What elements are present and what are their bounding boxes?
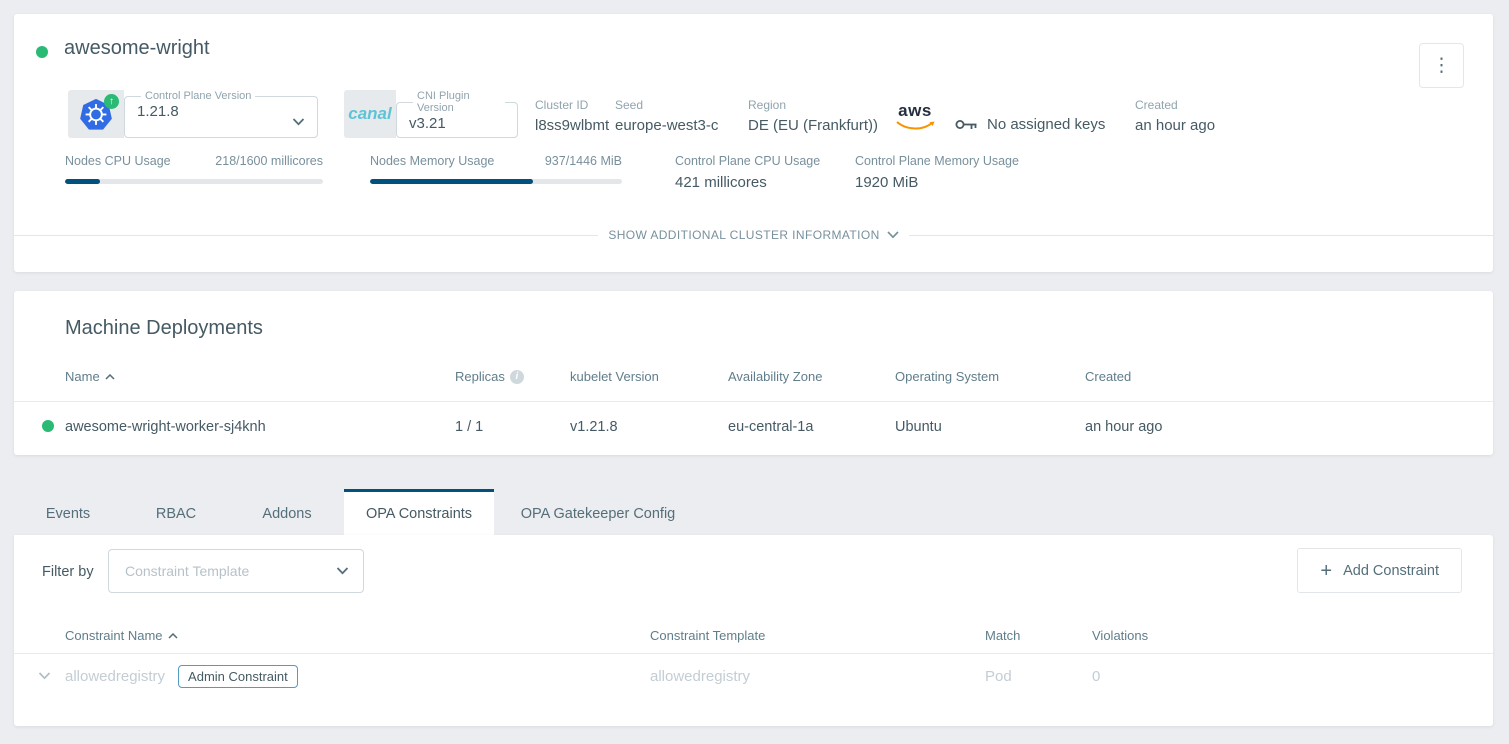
version-row: ↑ Control Plane Version 1.21.8 canal CNI…: [68, 90, 518, 138]
nodes-cpu-usage-bar: [65, 179, 323, 184]
control-plane-memory-usage: Control Plane Memory Usage 1920 MiB: [855, 154, 1019, 191]
deployment-availability-zone: eu-central-1a: [728, 419, 813, 435]
constraint-match: Pod: [985, 668, 1012, 685]
cp-memory-usage-value: 1920 MiB: [855, 174, 1019, 191]
chevron-down-icon: [336, 567, 349, 575]
constraint-template: allowedregistry: [650, 668, 750, 685]
column-header-replicas: Replicas i: [455, 369, 524, 384]
deployment-created: an hour ago: [1085, 419, 1162, 435]
ssh-keys-text: No assigned keys: [987, 116, 1105, 133]
cluster-status-icon: [36, 46, 48, 58]
nodes-cpu-usage: Nodes CPU Usage 218/1600 millicores: [65, 154, 323, 184]
nodes-memory-usage-value: 937/1446 MiB: [545, 154, 622, 168]
cluster-summary-card: awesome-wright ⋮ ↑ Co: [14, 14, 1493, 272]
machine-deployments-card: Machine Deployments Name Replicas i kube…: [14, 291, 1493, 455]
aws-smile-icon: [895, 120, 935, 131]
machine-deployments-title: Machine Deployments: [65, 317, 263, 340]
nodes-memory-usage-label: Nodes Memory Usage: [370, 154, 494, 168]
region-label: Region: [748, 98, 878, 112]
tab-opa-constraints[interactable]: OPA Constraints: [344, 489, 494, 535]
column-header-operating-system: Operating System: [895, 369, 999, 384]
filter-placeholder: Constraint Template: [125, 563, 336, 579]
nodes-cpu-usage-label: Nodes CPU Usage: [65, 154, 171, 168]
opa-constraints-panel: Filter by Constraint Template + Add Cons…: [14, 535, 1493, 726]
tab-addons[interactable]: Addons: [230, 489, 344, 535]
deployment-name: awesome-wright-worker-sj4knh: [65, 419, 266, 435]
constraint-name: allowedregistry: [65, 668, 165, 685]
sort-asc-icon: [168, 633, 178, 639]
cluster-id-value: l8ss9wlbmt: [535, 117, 609, 134]
column-header-violations: Violations: [1092, 628, 1148, 643]
chevron-down-icon[interactable]: [292, 118, 305, 126]
aws-logo-text: aws: [894, 104, 936, 118]
cni-plugin-version-value: v3.21: [409, 115, 446, 132]
created-label: Created: [1135, 98, 1215, 112]
chevron-down-icon: [887, 231, 899, 239]
constraint-template-filter-select[interactable]: Constraint Template: [108, 549, 364, 593]
column-header-created: Created: [1085, 369, 1131, 384]
sort-asc-icon: [105, 374, 115, 380]
column-header-availability-zone: Availability Zone: [728, 369, 822, 384]
constraint-violations: 0: [1092, 668, 1100, 685]
tab-opa-gatekeeper-config[interactable]: OPA Gatekeeper Config: [494, 489, 702, 535]
canal-logo-text: canal: [348, 104, 391, 124]
nodes-memory-usage-bar: [370, 179, 622, 184]
cluster-menu-button[interactable]: ⋮: [1419, 43, 1464, 88]
constraint-row[interactable]: allowedregistry Admin Constraint allowed…: [14, 654, 1493, 704]
machine-deployment-row[interactable]: awesome-wright-worker-sj4knh 1 / 1 v1.21…: [14, 402, 1493, 454]
column-header-constraint-name[interactable]: Constraint Name: [65, 628, 178, 643]
seed-label: Seed: [615, 98, 718, 112]
control-plane-version-select[interactable]: Control Plane Version 1.21.8: [124, 90, 318, 138]
column-header-constraint-template: Constraint Template: [650, 628, 765, 643]
cluster-id-label: Cluster ID: [535, 98, 609, 112]
plus-icon: +: [1320, 561, 1332, 581]
control-plane-cpu-usage: Control Plane CPU Usage 421 millicores: [675, 154, 820, 191]
deployment-replicas: 1 / 1: [455, 419, 483, 435]
control-plane-version-value: 1.21.8: [137, 103, 179, 120]
region-value: DE (EU (Frankfurt)): [748, 117, 878, 134]
seed-item: Seed europe-west3-c: [615, 98, 718, 134]
expand-chevron-icon[interactable]: [38, 672, 51, 680]
divider: [909, 235, 1493, 236]
deployment-kubelet-version: v1.21.8: [570, 419, 618, 435]
admin-constraint-badge: Admin Constraint: [178, 665, 298, 688]
nodes-cpu-usage-value: 218/1600 millicores: [215, 154, 323, 168]
cni-plugin-version-field: CNI Plugin Version v3.21: [396, 90, 518, 138]
cp-cpu-usage-label: Control Plane CPU Usage: [675, 154, 820, 168]
region-item: Region DE (EU (Frankfurt)): [748, 98, 878, 134]
column-header-match: Match: [985, 628, 1020, 643]
created-item: Created an hour ago: [1135, 98, 1215, 134]
column-header-name[interactable]: Name: [65, 369, 115, 384]
created-value: an hour ago: [1135, 117, 1215, 134]
cni-plugin-version-label: CNI Plugin Version: [413, 90, 505, 114]
show-more-label: SHOW ADDITIONAL CLUSTER INFORMATION: [608, 228, 879, 242]
constraint-name-cell: allowedregistry Admin Constraint: [65, 665, 298, 688]
show-additional-cluster-information-toggle[interactable]: SHOW ADDITIONAL CLUSTER INFORMATION: [14, 228, 1493, 242]
kebab-menu-icon: ⋮: [1432, 54, 1451, 77]
tab-events[interactable]: Events: [14, 489, 122, 535]
divider: [14, 235, 598, 236]
key-icon: [955, 118, 978, 131]
control-plane-version-label: Control Plane Version: [141, 90, 255, 102]
kubernetes-logo: ↑: [68, 90, 124, 138]
column-header-kubelet-version: kubelet Version: [570, 369, 659, 384]
deployment-status-icon: [42, 420, 54, 432]
add-constraint-label: Add Constraint: [1343, 563, 1439, 579]
ssh-keys-row[interactable]: No assigned keys: [955, 116, 1105, 133]
canal-logo: canal: [344, 90, 396, 138]
deployment-operating-system: Ubuntu: [895, 419, 942, 435]
cp-cpu-usage-value: 421 millicores: [675, 174, 820, 191]
upgrade-available-icon: ↑: [104, 94, 119, 109]
info-icon[interactable]: i: [510, 370, 524, 384]
cluster-detail-tabs: Events RBAC Addons OPA Constraints OPA G…: [14, 489, 702, 535]
seed-value: europe-west3-c: [615, 117, 718, 134]
nodes-memory-usage: Nodes Memory Usage 937/1446 MiB: [370, 154, 622, 184]
cluster-id-item: Cluster ID l8ss9wlbmt: [535, 98, 609, 134]
cp-memory-usage-label: Control Plane Memory Usage: [855, 154, 1019, 168]
aws-provider-logo: aws: [894, 104, 936, 136]
tab-rbac[interactable]: RBAC: [122, 489, 230, 535]
add-constraint-button[interactable]: + Add Constraint: [1297, 548, 1462, 593]
filter-by-label: Filter by: [42, 564, 94, 580]
cluster-title: awesome-wright: [64, 37, 210, 60]
